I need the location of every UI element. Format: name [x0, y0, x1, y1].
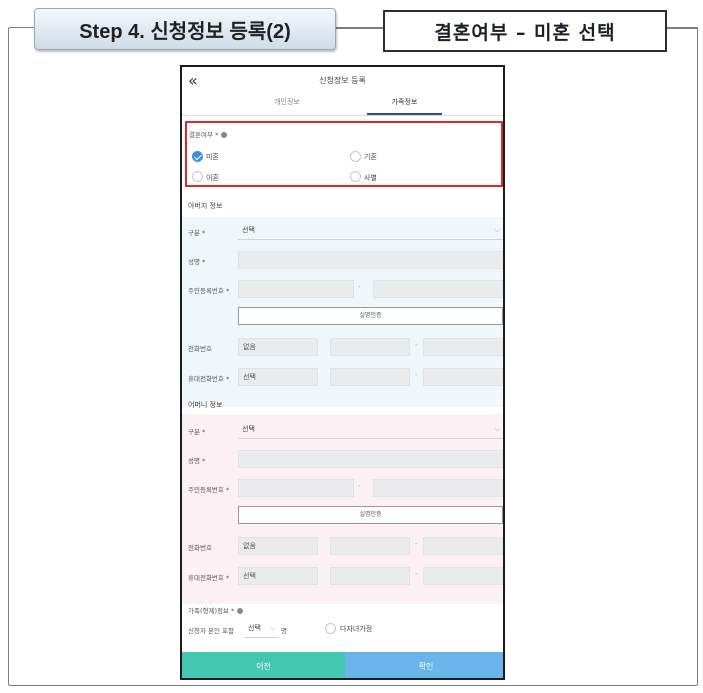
radio-married[interactable] [350, 151, 361, 162]
connector-line-right [663, 27, 698, 29]
mother-type-value: 선택 [242, 425, 255, 433]
father-rrn-back-input[interactable] [373, 280, 503, 298]
family-count-unit: 명 [281, 627, 287, 635]
prev-button[interactable]: 이전 [182, 652, 345, 678]
mother-phone-label: 전화번호 [188, 544, 212, 552]
family-include-label: 신청자 본인 포함 [188, 627, 234, 635]
mother-phone-mid-input[interactable] [330, 537, 410, 555]
father-mobile-prefix-select[interactable]: 선택 [238, 368, 318, 386]
father-phone-mid-input[interactable] [330, 338, 410, 356]
phone-screen: « 신청정보 등록 개인정보 가족정보 결혼여부 * 미혼 기혼 이혼 사별 아… [180, 65, 505, 680]
father-phone-prefix-select[interactable]: 없음 [238, 338, 318, 356]
radio-widowed-label: 사별 [364, 174, 377, 182]
info-icon [237, 608, 244, 614]
father-mobile-label: 휴대전화번호 * [188, 375, 230, 383]
radio-multi-child-label: 다자녀가정 [340, 625, 373, 633]
radio-widowed[interactable] [350, 171, 361, 182]
mother-section-title: 어머니 정보 [188, 401, 223, 409]
mother-verify-button[interactable]: 실명인증 [238, 506, 503, 524]
father-mobile-mid-input[interactable] [330, 368, 410, 386]
mother-panel: 구분 * 선택 ⌵ 성명 * 주민등록번호 * - 실명인증 전화번호 없음 -… [182, 414, 503, 604]
dash: - [415, 570, 418, 578]
father-type-label: 구분 * [188, 229, 206, 237]
mother-mobile-last-input[interactable] [423, 567, 503, 585]
mother-rrn-label: 주민등록번호 * [188, 486, 230, 494]
chevron-down-icon: ⌵ [494, 425, 500, 433]
radio-single[interactable] [192, 151, 203, 162]
father-type-select[interactable]: 선택 ⌵ [238, 222, 503, 240]
tab-personal-info[interactable]: 개인정보 [262, 97, 312, 107]
father-section-title: 아버지 정보 [188, 202, 223, 210]
mother-type-select[interactable]: 선택 ⌵ [238, 421, 503, 439]
dash: - [415, 341, 418, 349]
radio-single-label: 미혼 [206, 153, 219, 161]
dash: - [358, 482, 361, 490]
family-count-select[interactable]: 선택 ⌵ [244, 620, 278, 638]
mother-type-label: 구분 * [188, 428, 206, 436]
mother-mobile-label: 휴대전화번호 * [188, 574, 230, 582]
father-rrn-front-input[interactable] [238, 280, 354, 298]
mother-mobile-prefix-select[interactable]: 선택 [238, 567, 318, 585]
radio-divorced-label: 이혼 [206, 174, 219, 182]
step-badge: Step 4. 신청정보 등록(2) [34, 8, 336, 50]
chevron-down-icon: ⌵ [494, 226, 500, 234]
connector-line [334, 27, 383, 29]
family-section-title: 가족(형제)정보 * [188, 605, 244, 615]
mother-phone-last-input[interactable] [423, 537, 503, 555]
father-rrn-label: 주민등록번호 * [188, 287, 230, 295]
marital-highlight-box [185, 121, 503, 187]
mother-phone-prefix-select[interactable]: 없음 [238, 537, 318, 555]
callout-label: 결혼여부 – 미혼 선택 [383, 10, 667, 52]
father-name-label: 성명 * [188, 258, 206, 266]
dash: - [358, 283, 361, 291]
family-count-value: 선택 [248, 624, 261, 632]
radio-multi-child[interactable] [325, 623, 336, 634]
radio-divorced[interactable] [192, 171, 203, 182]
confirm-button[interactable]: 확인 [345, 652, 503, 678]
mother-name-label: 성명 * [188, 457, 206, 465]
page-title: 신청정보 등록 [319, 76, 366, 85]
chevron-down-icon: ⌵ [269, 624, 275, 632]
father-mobile-last-input[interactable] [423, 368, 503, 386]
father-phone-label: 전화번호 [188, 345, 212, 353]
mother-name-input[interactable] [238, 450, 503, 468]
tab-family-info[interactable]: 가족정보 [367, 97, 442, 115]
mother-mobile-mid-input[interactable] [330, 567, 410, 585]
father-type-value: 선택 [242, 226, 255, 234]
mother-rrn-front-input[interactable] [238, 479, 354, 497]
father-verify-button[interactable]: 실명인증 [238, 307, 503, 325]
radio-married-label: 기혼 [364, 153, 377, 161]
top-bar: « 신청정보 등록 개인정보 가족정보 [182, 67, 503, 116]
father-phone-last-input[interactable] [423, 338, 503, 356]
dash: - [415, 371, 418, 379]
father-panel: 구분 * 선택 ⌵ 성명 * 주민등록번호 * - 실명인증 전화번호 없음 -… [182, 217, 503, 407]
father-name-input[interactable] [238, 251, 503, 269]
dash: - [415, 540, 418, 548]
family-title-text: 가족(형제)정보 * [188, 607, 235, 615]
mother-rrn-back-input[interactable] [373, 479, 503, 497]
